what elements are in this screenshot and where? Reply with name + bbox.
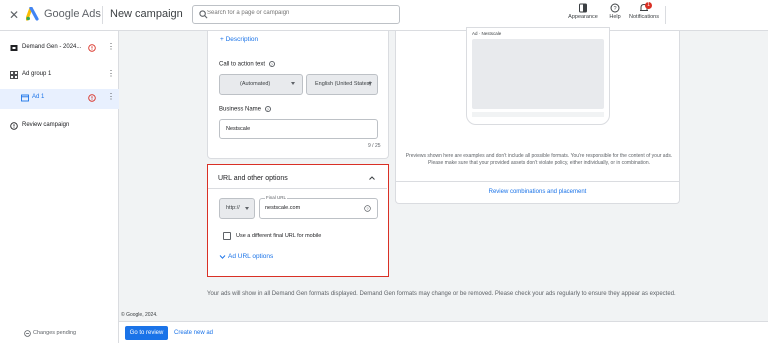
changes-pending-text: Changes pending — [33, 330, 77, 336]
error-icon — [88, 44, 96, 52]
protocol-select[interactable]: http:// — [219, 198, 255, 219]
dropdown-arrow-icon — [291, 82, 295, 85]
pending-icon — [24, 330, 31, 337]
page-title: New campaign — [110, 8, 183, 20]
dropdown-arrow-icon — [368, 82, 372, 85]
title-divider — [102, 6, 103, 24]
phone-preview: Ad · Nestscale — [466, 27, 610, 125]
url-options-card: URL and other options http:// Final URL … — [207, 164, 389, 277]
demand-gen-note: Your ads will show in all Demand Gen for… — [207, 291, 676, 297]
character-count: 9 / 25 — [368, 143, 381, 149]
preview-bar — [472, 112, 604, 117]
appearance-label: Appearance — [568, 14, 598, 20]
campaign-icon — [10, 45, 18, 51]
help-label: Help — [609, 14, 621, 20]
notifications-label: Notifications — [629, 14, 659, 20]
sidebar-item-campaign[interactable]: Demand Gen - 2024... ⋮ — [0, 39, 119, 59]
business-name-label-text: Business Name — [219, 106, 262, 113]
add-description-link[interactable]: + Description — [220, 36, 258, 43]
search-input[interactable] — [207, 10, 387, 16]
sidebar: Demand Gen - 2024... ⋮ Ad group 1 ⋮ Ad 1… — [0, 31, 119, 343]
sidebar-item-label: Demand Gen - 2024... — [22, 44, 82, 50]
appearance-icon — [579, 3, 587, 13]
divider — [396, 181, 679, 182]
create-new-ad-button[interactable]: Create new ad — [174, 326, 213, 340]
sidebar-item-ad[interactable]: Ad 1 ⋮ — [0, 89, 119, 109]
chevron-down-icon — [219, 255, 226, 259]
more-options-icon[interactable]: ⋮ — [107, 43, 115, 51]
protocol-value: http:// — [226, 205, 240, 211]
preview-ad-label: Ad · Nestscale — [472, 31, 502, 36]
ad-preview-card: Ad · Nestscale Previews shown here are e… — [395, 27, 680, 204]
search-box[interactable] — [192, 5, 400, 24]
close-icon[interactable]: ✕ — [9, 8, 19, 22]
final-url-label: Final URL — [265, 195, 288, 200]
sidebar-item-ad-group[interactable]: Ad group 1 ⋮ — [0, 66, 119, 86]
help-icon[interactable]: ? — [264, 106, 271, 112]
sidebar-item-label: Review campaign — [22, 122, 70, 128]
business-name-input[interactable] — [219, 119, 378, 139]
error-icon — [88, 94, 96, 102]
notifications-button[interactable]: 1 Notifications — [627, 2, 661, 20]
ad-form-card: + Description Call to action text ? (Aut… — [207, 31, 389, 159]
preview-disclaimer: Previews shown here are examples and don… — [405, 153, 673, 166]
chevron-up-icon[interactable] — [368, 174, 376, 182]
ad-url-options-link[interactable]: Ad URL options — [228, 253, 273, 260]
mobile-url-checkbox[interactable] — [223, 232, 231, 240]
language-select-value: English (United States) — [315, 81, 372, 87]
brand-name: Google Ads — [44, 8, 101, 20]
url-options-title: URL and other options — [218, 175, 288, 182]
divider — [208, 188, 387, 189]
top-bar: ✕ Google Ads New campaign Appearance ? H… — [0, 0, 768, 31]
help-icon[interactable]: ? — [268, 61, 275, 67]
review-combinations-link[interactable]: Review combinations and placement — [396, 189, 679, 195]
ad-icon — [21, 94, 29, 102]
bottom-action-bar: Go to review Create new ad — [119, 321, 768, 343]
review-icon — [10, 122, 18, 130]
business-name-label: Business Name ? — [219, 106, 271, 113]
final-url-input[interactable] — [265, 205, 355, 211]
notification-badge: 1 — [645, 2, 652, 9]
svg-text:?: ? — [366, 206, 369, 211]
help-icon: ? — [610, 3, 620, 13]
preview-image-placeholder — [472, 39, 604, 109]
more-options-icon[interactable]: ⋮ — [107, 70, 115, 78]
go-to-review-button[interactable]: Go to review — [125, 326, 168, 340]
cta-select[interactable]: (Automated) — [219, 74, 303, 95]
svg-text:?: ? — [613, 6, 616, 12]
help-icon[interactable]: ? — [364, 205, 371, 212]
toolbar-divider — [665, 6, 666, 24]
appearance-button[interactable]: Appearance — [568, 3, 598, 20]
ad-group-icon — [10, 71, 18, 79]
language-select[interactable]: English (United States) — [306, 74, 378, 95]
sidebar-item-review-campaign[interactable]: Review campaign — [0, 117, 119, 137]
google-ads-logo-icon — [26, 7, 39, 21]
cta-label-text: Call to action text — [219, 61, 266, 68]
mobile-url-checkbox-label: Use a different final URL for mobile — [236, 233, 322, 239]
copyright: © Google, 2024. — [121, 312, 158, 318]
cta-label: Call to action text ? — [219, 61, 275, 68]
cta-select-value: (Automated) — [240, 81, 271, 87]
sidebar-item-label: Ad 1 — [32, 94, 45, 100]
help-button[interactable]: ? Help — [607, 3, 623, 20]
sidebar-item-label: Ad group 1 — [22, 71, 52, 77]
final-url-field[interactable]: Final URL ? — [259, 195, 378, 219]
more-options-icon[interactable]: ⋮ — [107, 93, 115, 101]
dropdown-arrow-icon — [245, 207, 249, 210]
